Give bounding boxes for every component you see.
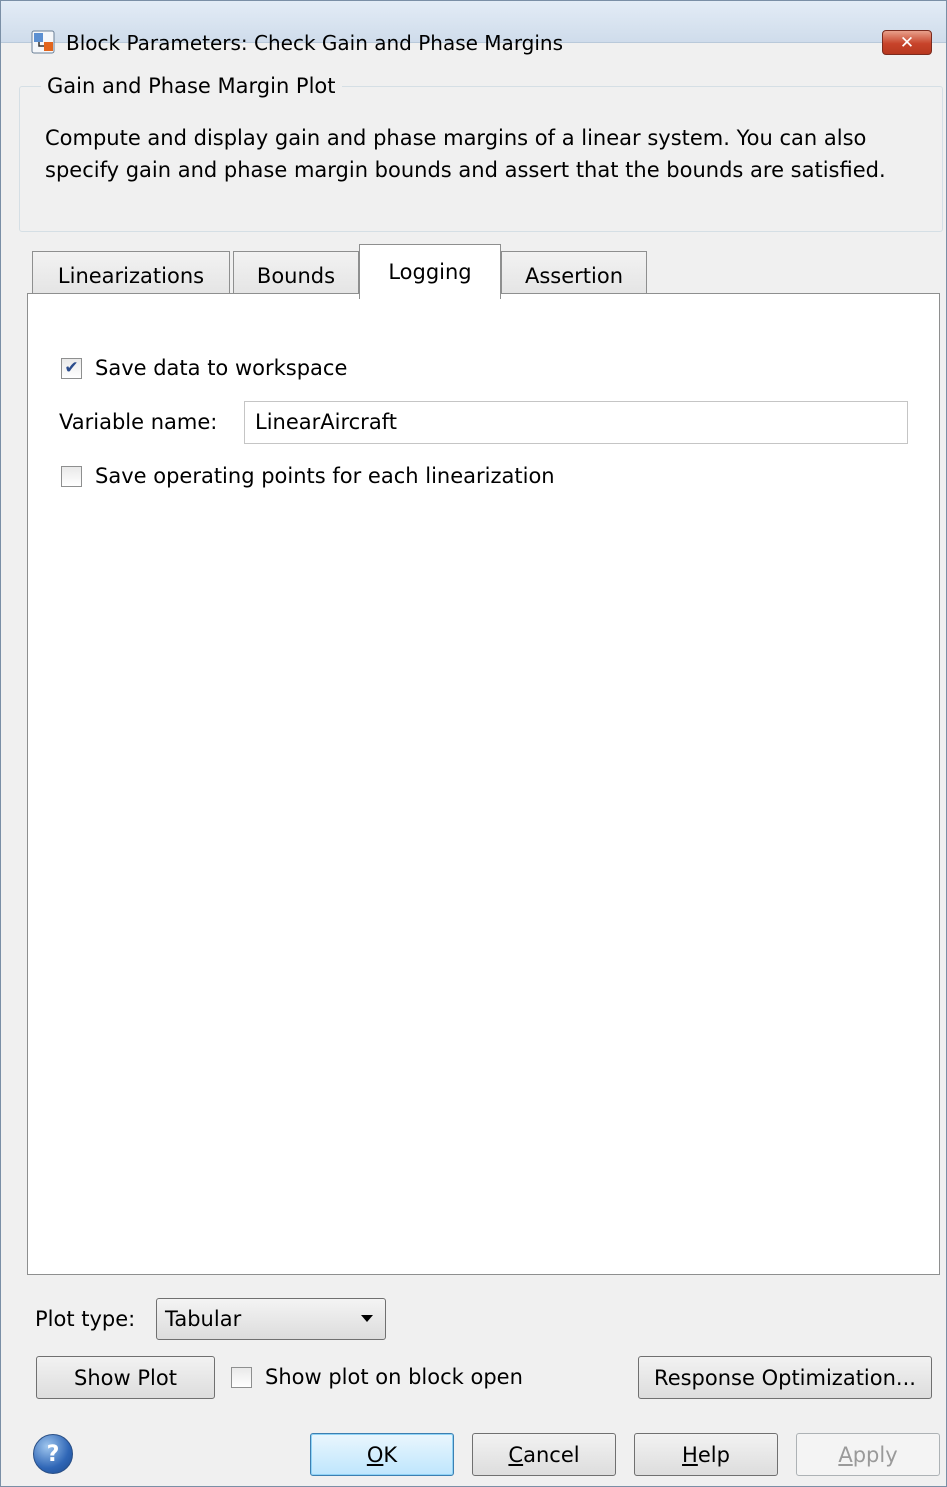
tab-label: Linearizations: [57, 263, 205, 288]
save-op-points-checkbox[interactable]: [61, 466, 82, 487]
variable-name-label: Variable name:: [59, 410, 218, 434]
tab-linearizations[interactable]: Linearizations: [32, 251, 230, 299]
close-button[interactable]: ✕: [882, 30, 932, 55]
cancel-mnemonic: C: [508, 1442, 524, 1467]
window-title: Block Parameters: Check Gain and Phase M…: [66, 31, 564, 55]
ok-mnemonic: O: [366, 1442, 384, 1467]
show-on-open-checkbox[interactable]: [231, 1367, 252, 1388]
save-data-label: Save data to workspace: [95, 356, 348, 380]
plot-type-select[interactable]: Tabular: [156, 1298, 386, 1340]
simulink-block-icon: [31, 30, 55, 54]
cancel-button[interactable]: Cancel: [472, 1433, 616, 1476]
show-on-open-label: Show plot on block open: [265, 1365, 523, 1389]
dropdown-arrow-icon: [361, 1315, 373, 1322]
close-icon: ✕: [899, 32, 915, 53]
ok-button[interactable]: OK: [310, 1433, 454, 1476]
ok-label-rest: K: [383, 1442, 398, 1467]
tab-label: Bounds: [256, 263, 336, 288]
tab-label: Assertion: [524, 263, 624, 288]
help-icon[interactable]: ?: [33, 1434, 73, 1474]
description-group-title: Gain and Phase Margin Plot: [41, 74, 342, 98]
tab-logging[interactable]: Logging: [359, 244, 501, 299]
description-text: Compute and display gain and phase margi…: [45, 126, 886, 182]
apply-label-rest: pply: [852, 1442, 898, 1467]
tab-label: Logging: [388, 260, 472, 284]
tab-assertion[interactable]: Assertion: [501, 251, 647, 299]
response-optimization-button[interactable]: Response Optimization...: [638, 1356, 932, 1399]
save-op-points-label: Save operating points for each lineariza…: [95, 464, 555, 488]
show-plot-label: Show Plot: [74, 1365, 177, 1390]
help-button[interactable]: Help: [634, 1433, 778, 1476]
cancel-label-rest: ancel: [523, 1442, 580, 1467]
help-mnemonic: H: [682, 1442, 698, 1467]
plot-type-label: Plot type:: [35, 1307, 136, 1331]
response-optimization-label: Response Optimization...: [654, 1365, 916, 1390]
checkmark-icon: ✔: [64, 358, 79, 378]
plot-type-value: Tabular: [165, 1307, 242, 1331]
tab-bounds[interactable]: Bounds: [233, 251, 359, 299]
dialog-window: Block Parameters: Check Gain and Phase M…: [0, 0, 947, 1487]
apply-mnemonic: A: [838, 1442, 853, 1467]
variable-name-input[interactable]: LinearAircraft: [244, 401, 908, 444]
show-plot-button[interactable]: Show Plot: [36, 1356, 215, 1399]
help-label-rest: elp: [697, 1442, 730, 1467]
apply-button[interactable]: Apply: [796, 1433, 940, 1476]
save-data-checkbox[interactable]: ✔: [61, 358, 82, 379]
